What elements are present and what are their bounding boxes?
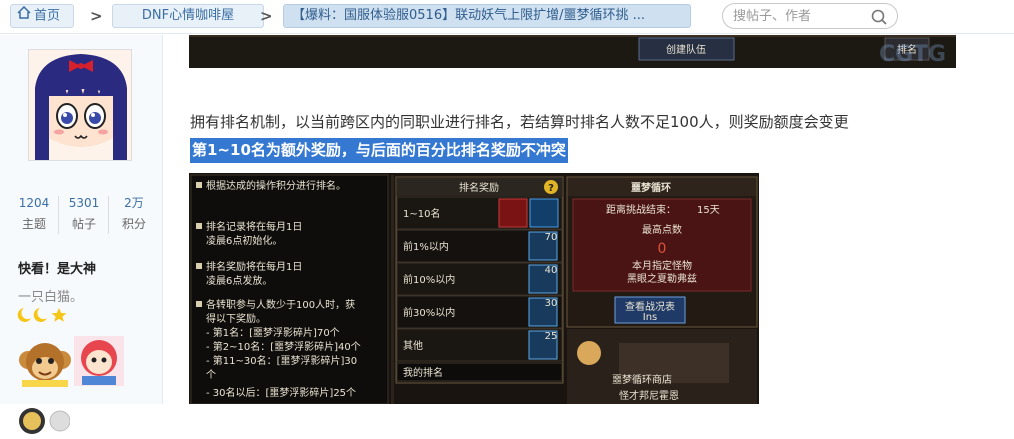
svg-text:黑眼之夏勒弗兹: 黑眼之夏勒弗兹 <box>627 272 697 285</box>
svg-text:根据达成的操作积分进行排名。: 根据达成的操作积分进行排名。 <box>206 179 346 192</box>
search-input[interactable] <box>733 8 863 25</box>
create-team-button: 创建队伍 <box>666 43 706 56</box>
svg-text:- 第2~10名：[噩梦浮影碎片]40个: - 第2~10名：[噩梦浮影碎片]40个 <box>206 340 361 353</box>
svg-text:凌晨6点初始化。: 凌晨6点初始化。 <box>206 234 282 247</box>
stat-topics[interactable]: 1204 主题 <box>10 192 58 234</box>
reward-item-icon <box>498 198 528 228</box>
svg-text:1~10名: 1~10名 <box>403 207 440 220</box>
svg-text:- 30名以后：[噩梦浮影碎片]25个: - 30名以后：[噩梦浮影碎片]25个 <box>206 386 356 399</box>
doll-medal-icon <box>74 336 124 386</box>
breadcrumb-board[interactable]: DNF心情咖啡屋 <box>112 4 264 28</box>
game-screenshot: 根据达成的操作积分进行排名。 排名记录将在每月1日 凌晨6点初始化。 排名奖励将… <box>189 173 759 404</box>
moon-icon <box>33 308 47 322</box>
user-signature: 一只白猫。 <box>18 290 84 305</box>
svg-text:怪才邦尼霍恩: 怪才邦尼霍恩 <box>619 389 679 402</box>
breadcrumb-home[interactable]: 首页 <box>10 4 74 28</box>
svg-text:- 第1名：[噩梦浮影碎片]70个: - 第1名：[噩梦浮影碎片]70个 <box>206 326 340 339</box>
search-icon[interactable] <box>871 9 887 29</box>
level-badges <box>16 306 70 324</box>
svg-text:- 第11~30名：[噩梦浮影碎片]30: - 第11~30名：[噩梦浮影碎片]30 <box>206 354 357 367</box>
divider <box>58 196 59 234</box>
search-box[interactable] <box>722 3 898 29</box>
svg-text:前1%以内: 前1%以内 <box>403 240 449 253</box>
chevron-right-icon: > <box>260 7 273 25</box>
svg-text:凌晨6点发放。: 凌晨6点发放。 <box>206 274 272 287</box>
user-sidebar: 1204 主题 5301 帖子 2万 积分 快看！是大神 一只白猫。 <box>0 35 163 434</box>
post-highlight: 第1~10名为额外奖励，与后面的百分比排名奖励不冲突 <box>190 138 568 163</box>
svg-text:15天: 15天 <box>697 205 720 216</box>
star-icon <box>51 308 67 322</box>
svg-text:前30%以内: 前30%以内 <box>403 306 455 319</box>
medal-list <box>16 332 126 388</box>
bullet-icon <box>196 182 202 188</box>
post-content: 创建队伍 排名 CGTG 拥有排名机制，以当前跨区内的同职业进行排名，若结算时排… <box>164 35 1014 404</box>
bullet-icon <box>196 223 202 229</box>
bullet-icon <box>196 301 202 307</box>
svg-text:30: 30 <box>545 298 558 309</box>
rank-reward-title: 排名奖励 <box>459 181 499 194</box>
medal-extra <box>18 395 71 435</box>
user-stats: 1204 主题 5301 帖子 2万 积分 <box>10 192 155 240</box>
breadcrumb-home-label: 首页 <box>34 8 61 24</box>
svg-text:Ins: Ins <box>643 312 658 323</box>
game-screenshot-top: 创建队伍 排名 CGTG <box>189 35 956 68</box>
svg-text:本月指定怪物: 本月指定怪物 <box>632 259 692 272</box>
chevron-right-icon: > <box>90 7 103 25</box>
svg-text:噩梦循环商店: 噩梦循环商店 <box>612 373 672 386</box>
help-icon: ? <box>548 183 554 194</box>
reward-item-icon <box>529 198 559 228</box>
svg-text:最高点数: 最高点数 <box>642 223 682 236</box>
breadcrumb-bar: 首页 > DNF心情咖啡屋 > 【爆料：国服体验服0516】联动妖气上限扩增/噩… <box>0 0 1014 34</box>
user-name[interactable]: 快看！是大神 <box>18 258 96 277</box>
divider <box>108 196 109 234</box>
home-icon <box>17 5 31 27</box>
svg-text:距离挑战结束：: 距离挑战结束： <box>606 203 676 216</box>
svg-text:排名记录将在每月1日: 排名记录将在每月1日 <box>206 220 302 233</box>
svg-text:70: 70 <box>545 232 558 243</box>
svg-text:我的排名: 我的排名 <box>403 366 443 379</box>
svg-text:前10%以内: 前10%以内 <box>403 273 455 286</box>
post-paragraph: 拥有排名机制，以当前跨区内的同职业进行排名，若结算时排名人数不足100人，则奖励… <box>190 113 849 131</box>
stat-posts[interactable]: 5301 帖子 <box>60 192 108 234</box>
svg-text:25: 25 <box>545 331 558 342</box>
bullet-icon <box>196 263 202 269</box>
svg-text:0: 0 <box>658 241 667 257</box>
svg-text:得以下奖励。: 得以下奖励。 <box>206 312 266 325</box>
moon-icon <box>17 308 31 322</box>
avatar[interactable] <box>28 49 132 161</box>
svg-text:个: 个 <box>206 369 216 381</box>
svg-text:排名奖励将在每月1日: 排名奖励将在每月1日 <box>206 260 302 273</box>
svg-text:各转职参与人数少于100人时，获: 各转职参与人数少于100人时，获 <box>206 298 355 311</box>
svg-text:其他: 其他 <box>403 339 423 352</box>
breadcrumb-thread[interactable]: 【爆料：国服体验服0516】联动妖气上限扩增/噩梦循环挑 ... <box>283 4 691 28</box>
svg-text:40: 40 <box>545 265 558 276</box>
watermark-logo: CGTG <box>879 42 946 67</box>
monkey-medal-icon <box>19 343 71 387</box>
nightmare-title: 噩梦循环 <box>631 181 671 194</box>
stat-points[interactable]: 2万 积分 <box>110 192 158 234</box>
